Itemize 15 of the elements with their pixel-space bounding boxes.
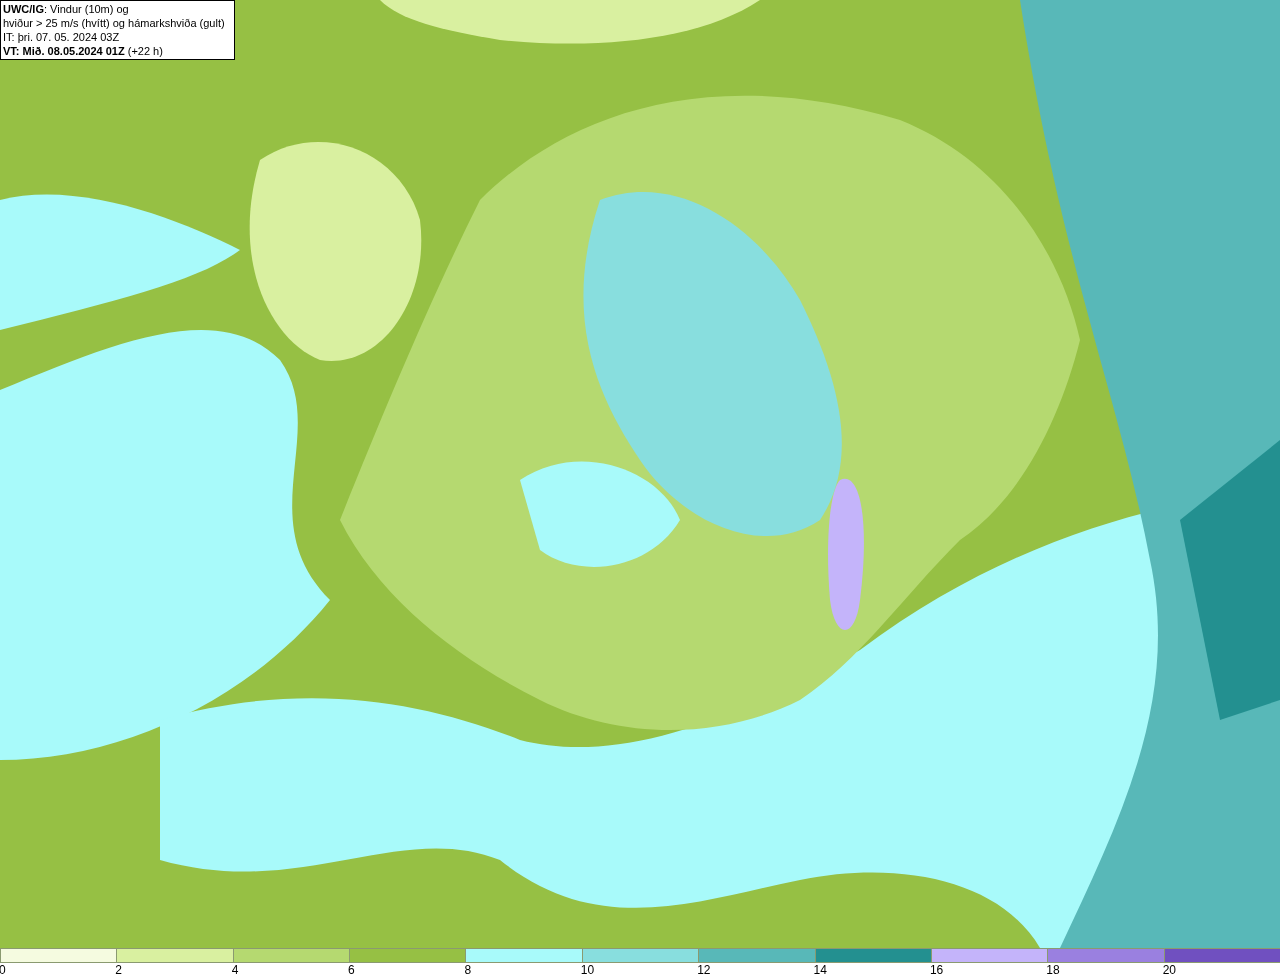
map-caption-line: VT: Mið. 08.05.2024 01Z (+22 h)	[3, 44, 164, 58]
scale-tick-label: 0	[0, 963, 6, 977]
scale-tick-label: 6	[348, 963, 355, 977]
scale-tick-label: 4	[231, 963, 239, 977]
scale-tick-label: 14	[813, 963, 827, 977]
scale-tick-label: 12	[697, 963, 711, 977]
map-caption-line: hviður > 25 m/s (hvítt) og hámarkshviða (gult)	[3, 16, 226, 30]
scale-tick-label: 10	[580, 963, 595, 977]
scale-tick-label: 18	[1046, 963, 1060, 977]
map-caption-line: IT: þri. 07. 05. 2024 03Z	[3, 30, 121, 44]
scale-tick-label: 20	[1162, 963, 1176, 977]
scale-tick-label: 16	[929, 963, 944, 977]
scale-tick-label: 8	[464, 963, 472, 977]
map-caption-line: UWC/IG: Vindur (10m) og	[3, 2, 130, 16]
scale-tick-label: 2	[115, 963, 123, 977]
